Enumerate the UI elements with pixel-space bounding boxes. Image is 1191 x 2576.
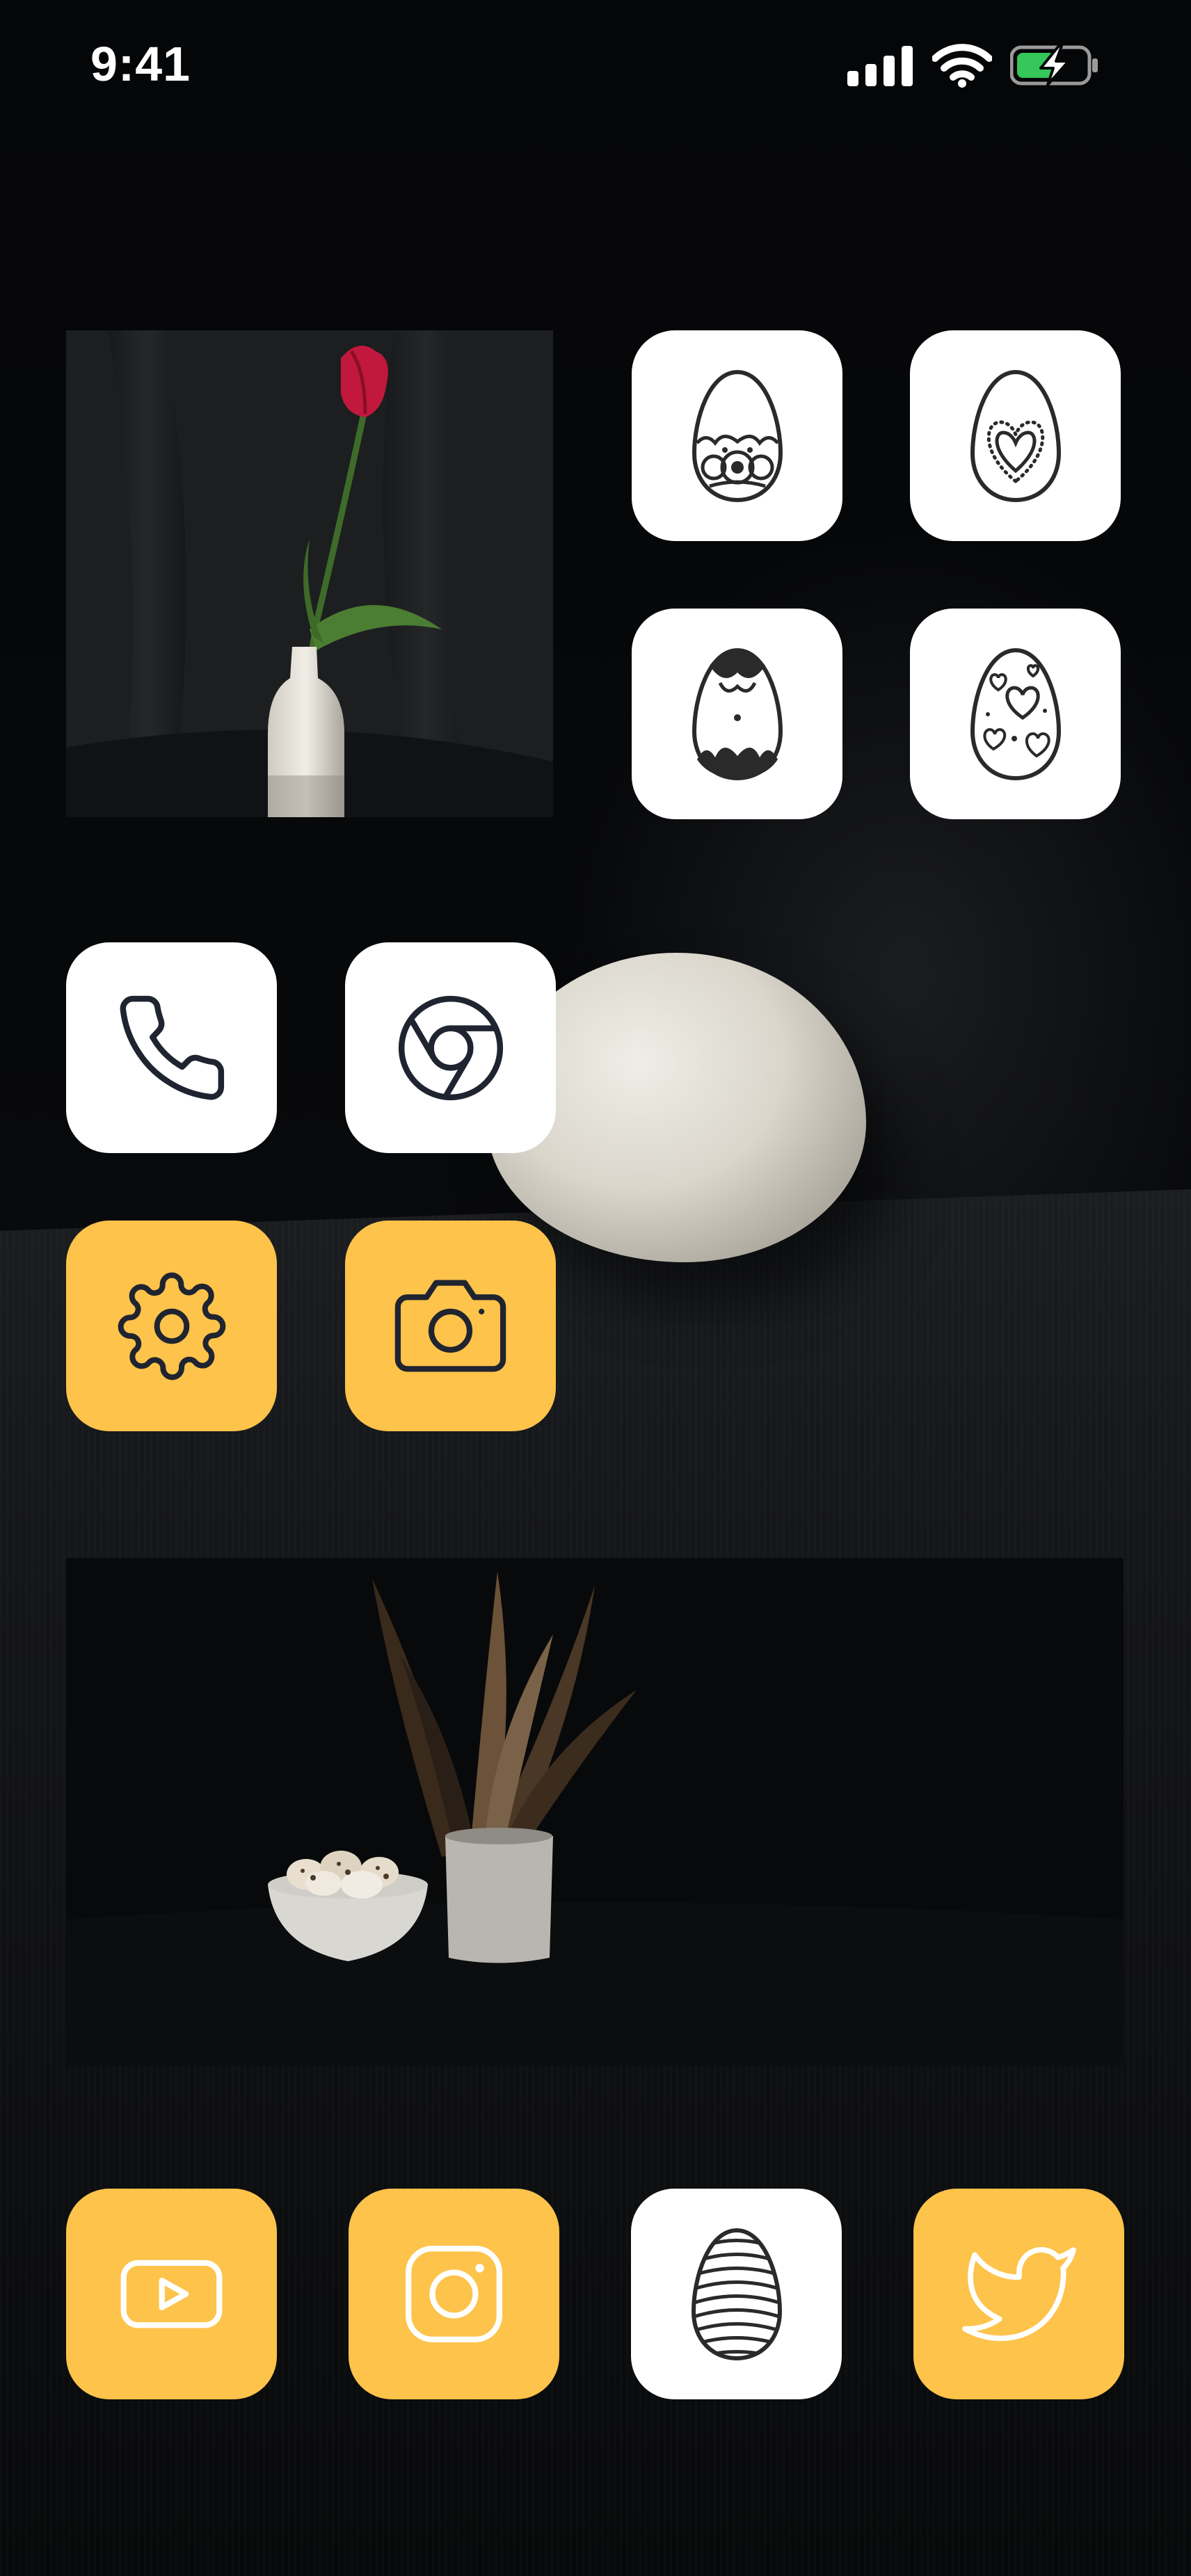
- app-phone[interactable]: [66, 942, 277, 1153]
- app-egg-flower[interactable]: [632, 609, 842, 819]
- app-egg-lace[interactable]: [632, 330, 842, 541]
- app-instagram[interactable]: [349, 2189, 559, 2399]
- app-egg-striped[interactable]: [631, 2189, 842, 2399]
- app-chrome[interactable]: [345, 942, 556, 1153]
- status-icons: [847, 43, 1101, 91]
- cellular-signal-icon: [847, 45, 914, 90]
- twitter-icon: [961, 2246, 1076, 2341]
- easter-egg-lace-icon: [692, 369, 783, 502]
- easter-egg-hearts-icon: [970, 647, 1061, 780]
- app-egg-hearts[interactable]: [910, 609, 1121, 819]
- wifi-icon: [932, 43, 993, 91]
- quail-eggs-feathers-photo: [66, 1558, 1124, 2066]
- app-egg-heart[interactable]: [910, 330, 1121, 541]
- tulip-photo-widget[interactable]: [66, 330, 553, 817]
- status-bar: 9:41: [0, 0, 1191, 132]
- app-camera[interactable]: [345, 1221, 556, 1431]
- tulip-vase-photo: [66, 330, 553, 817]
- battery-charging-icon: [1009, 43, 1101, 91]
- app-youtube[interactable]: [66, 2189, 277, 2399]
- camera-icon: [394, 1280, 506, 1372]
- quail-eggs-photo-widget[interactable]: [66, 1558, 1124, 2066]
- easter-egg-heart-icon: [970, 369, 1061, 502]
- status-time: 9:41: [90, 37, 191, 91]
- easter-egg-flower-icon: [692, 647, 783, 780]
- app-settings[interactable]: [66, 1221, 277, 1431]
- app-twitter[interactable]: [913, 2189, 1124, 2399]
- chrome-icon: [398, 995, 503, 1100]
- youtube-icon: [120, 2260, 223, 2328]
- gear-icon: [118, 1272, 225, 1380]
- instagram-icon: [406, 2246, 502, 2342]
- phone-icon: [120, 995, 224, 1100]
- easter-egg-striped-icon: [691, 2228, 782, 2360]
